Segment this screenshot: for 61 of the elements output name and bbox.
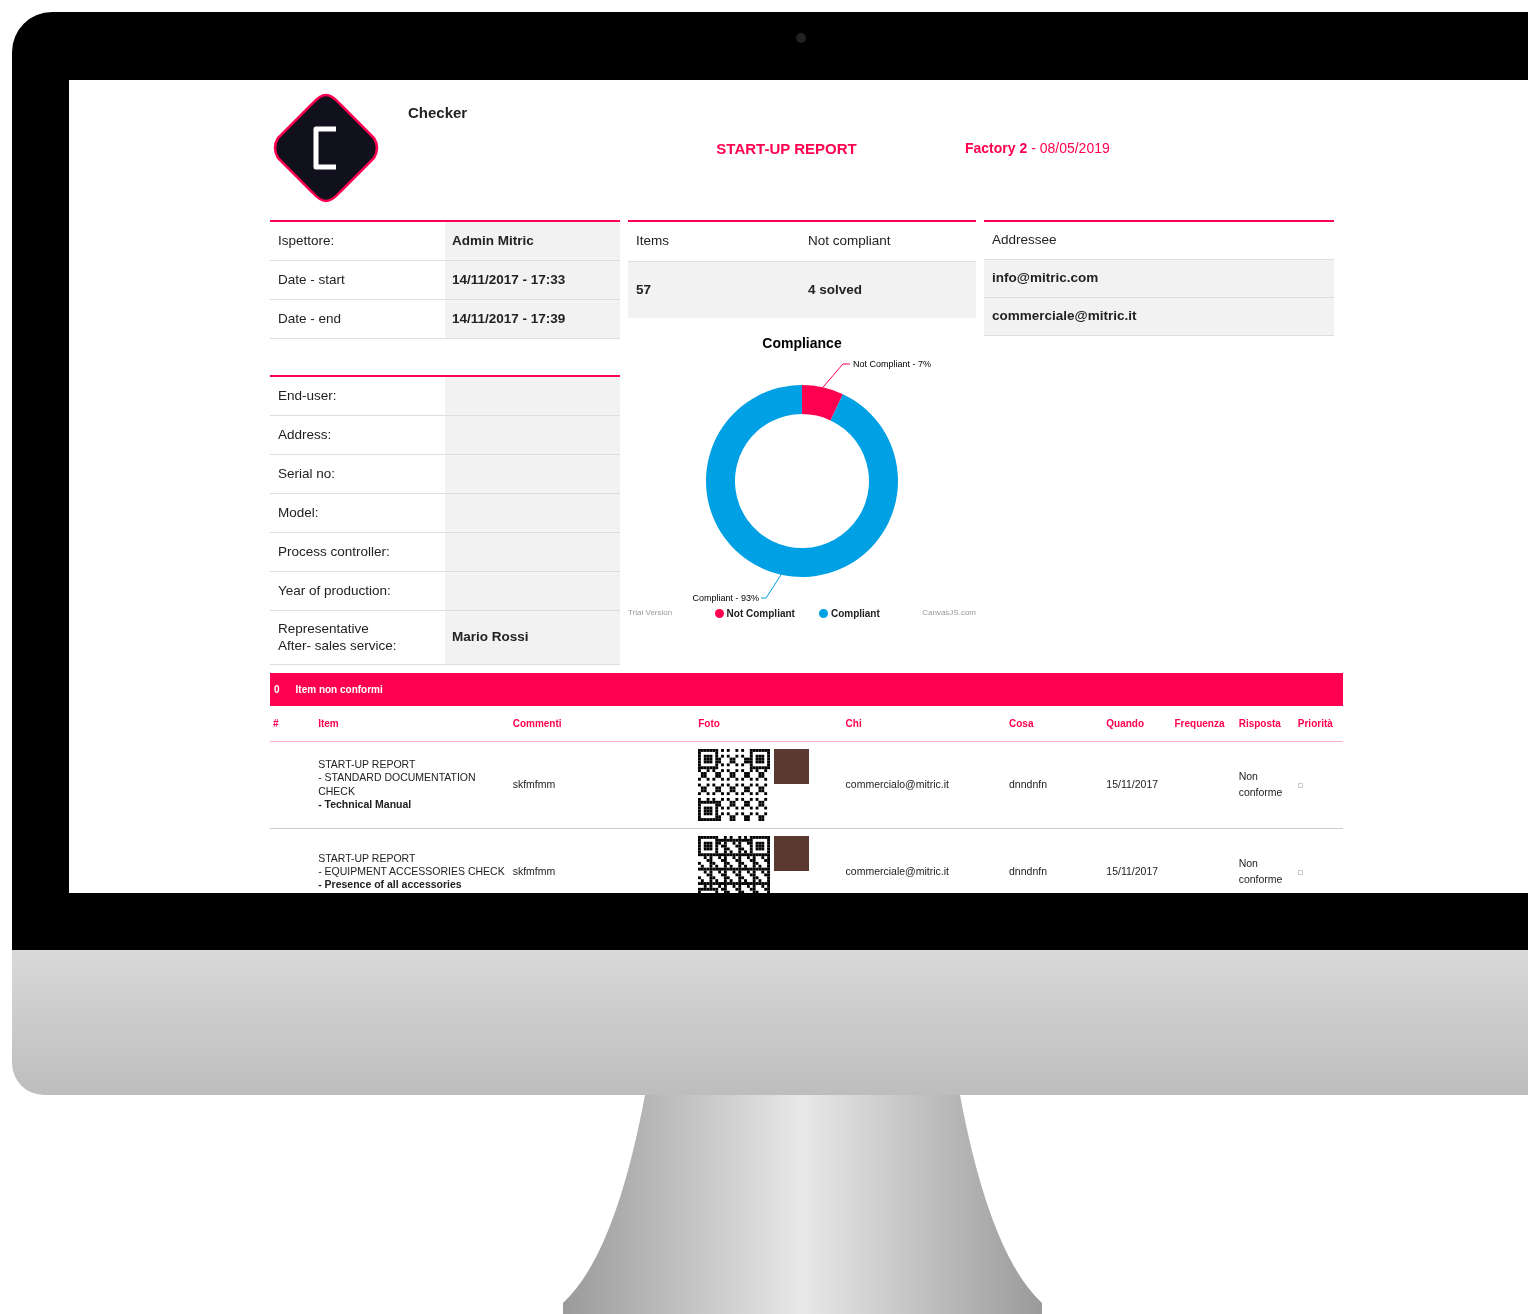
photo-placeholder — [774, 835, 810, 871]
column-header: Frequenza — [1171, 706, 1236, 741]
field-label: Year of production: — [277, 581, 392, 600]
summary-value: 57 — [635, 280, 653, 299]
date-text: 15/11/2017 — [1106, 864, 1159, 877]
camera-icon — [796, 33, 806, 43]
item-description: START-UP REPORT - EQUIPMENT ACCESSORIES CHECK - Presence of all accessories — [318, 851, 506, 892]
priority-icon — [1297, 782, 1303, 788]
app-name: Checker — [408, 103, 469, 123]
slice-label: Not Compliant - 7% — [852, 359, 931, 369]
field-label: End-user: — [277, 386, 338, 405]
column-header: Risposta — [1235, 706, 1295, 741]
field-label: Address: — [277, 425, 333, 444]
email-address: info@mitric.com — [984, 260, 1334, 298]
site-date: Factory 2 - 08/05/2019 — [965, 139, 1110, 158]
summary-value: 4 solved — [808, 280, 863, 299]
legend-label: Not Compliant — [726, 606, 795, 621]
field-label: Date - start — [277, 270, 346, 289]
value-cell: 14/11/2017 - 17:33 — [445, 261, 620, 299]
item-count: 0 — [273, 683, 280, 697]
column-header: # — [270, 706, 316, 741]
field-label: Representative After- sales service: — [277, 620, 398, 655]
value-cell: Mario Rossi — [445, 611, 620, 664]
watermark-text: Trial Version — [628, 607, 673, 619]
email-address: commercialo@mitric.it — [845, 777, 949, 790]
column-header: Not compliant — [808, 232, 891, 251]
legend-label: Compliant — [830, 606, 880, 621]
comment-text: skfmfmm — [512, 864, 556, 877]
value-cell: Admin Mitric — [445, 222, 620, 260]
table-cell: dnndnfn — [1009, 864, 1047, 877]
date-text: 15/11/2017 — [1106, 777, 1159, 790]
answer-text: Non conforme — [1238, 768, 1284, 800]
priority-icon — [1297, 869, 1303, 875]
report-title: START-UP REPORT — [715, 139, 858, 159]
email-address: commerciale@mitric.it — [984, 298, 1334, 336]
table-cell: dnndnfn — [1009, 777, 1047, 790]
column-header: Chi — [842, 706, 1007, 741]
column-header: Priorità — [1294, 706, 1343, 741]
column-header: Items — [635, 232, 670, 251]
item-description: START-UP REPORT - STANDARD DOCUMENTATION CHECK - Technical Manual — [318, 758, 477, 811]
column-header: Commenti — [509, 706, 696, 741]
watermark-text: CanvasJS.com — [922, 607, 976, 619]
field-label: Model: — [277, 503, 320, 522]
field-label: Serial no: — [277, 464, 337, 483]
column-header: Quando — [1103, 706, 1172, 741]
column-header: Item — [315, 706, 510, 741]
slice-label: Compliant - 93% — [692, 593, 760, 603]
email-address: commerciale@mitric.it — [845, 864, 949, 877]
leader-line — [822, 363, 851, 388]
leader-line — [760, 574, 782, 599]
answer-text: Non conforme — [1238, 855, 1284, 887]
chart-title: Compliance — [762, 335, 842, 351]
column-header: Cosa — [1006, 706, 1104, 741]
comment-text: skfmfmm — [512, 777, 556, 790]
field-label: Ispettore: — [277, 231, 336, 250]
section-title: Item non conformi — [295, 683, 383, 697]
field-label: Process controller: — [277, 542, 391, 561]
photo-placeholder — [774, 748, 810, 784]
value-cell: 14/11/2017 - 17:39 — [445, 300, 620, 338]
column-header: Foto — [695, 706, 843, 741]
field-label: Date - end — [277, 309, 343, 328]
